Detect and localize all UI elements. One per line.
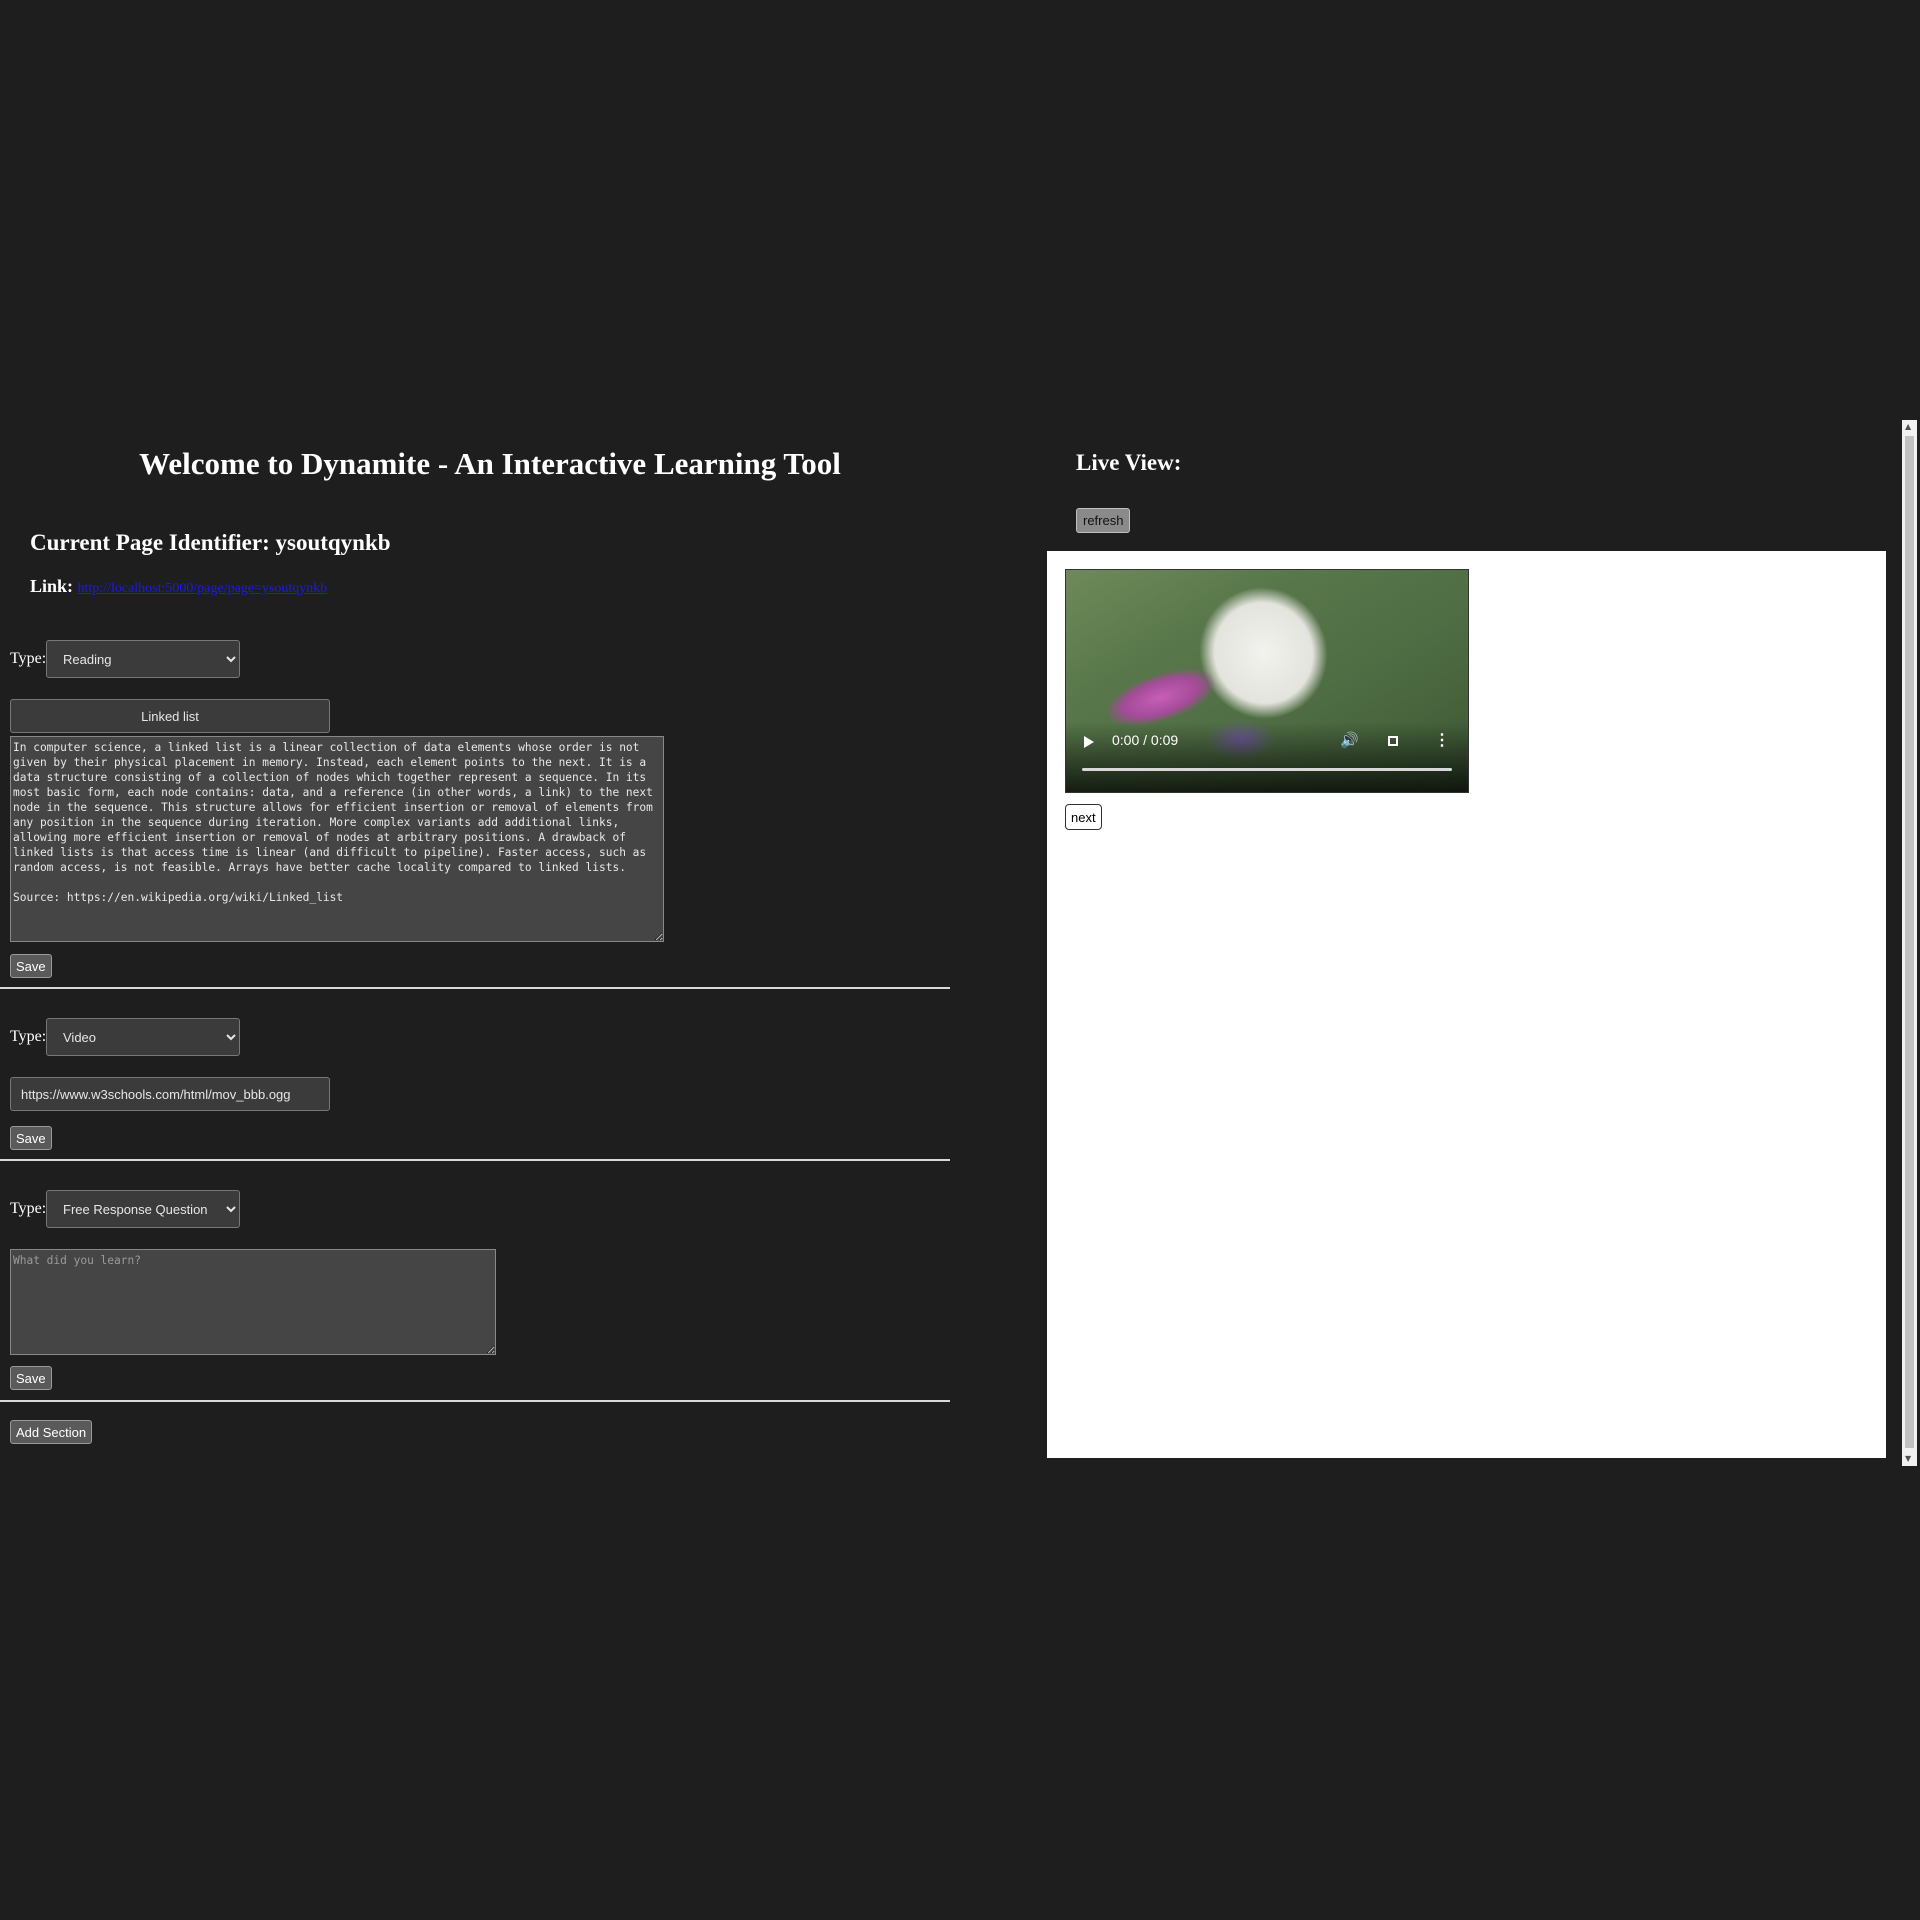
- add-section-button[interactable]: Add Section: [10, 1420, 93, 1444]
- fullscreen-icon[interactable]: [1388, 736, 1398, 746]
- type-select[interactable]: Free Response Question: [46, 1190, 240, 1228]
- video-url-input[interactable]: [10, 1077, 330, 1111]
- reading-title-input[interactable]: [10, 699, 330, 733]
- more-options-icon[interactable]: ⋮: [1434, 730, 1450, 750]
- section-free-response: Type: Free Response Question Save: [10, 1190, 950, 1390]
- section-reading: Type: Reading In computer science, a lin…: [10, 640, 950, 980]
- type-label: Type:: [10, 1200, 47, 1217]
- question-textarea[interactable]: [10, 1249, 496, 1355]
- video-frame-rabbit: [1179, 570, 1348, 739]
- link-label: Link:: [30, 576, 74, 596]
- page-identifier: Current Page Identifier: ysoutqynkb: [30, 530, 391, 555]
- editor-panel: Welcome to Dynamite - An Interactive Lea…: [0, 0, 950, 1920]
- save-button[interactable]: Save: [10, 954, 52, 978]
- page-link[interactable]: http://localhost:5000/page/page=ysoutqyn…: [78, 581, 328, 596]
- link-row: Link: http://localhost:5000/page/page=ys…: [30, 576, 327, 597]
- section-video: Type: Video Save: [10, 1018, 950, 1158]
- live-view-title: Live View:: [1076, 450, 1182, 475]
- scroll-thumb[interactable]: [1905, 436, 1914, 1448]
- refresh-button[interactable]: refresh: [1076, 508, 1131, 533]
- type-select[interactable]: Video: [46, 1018, 240, 1056]
- section-divider: [0, 1159, 950, 1161]
- next-button[interactable]: next: [1065, 804, 1102, 830]
- live-preview-frame: 0:00 / 0:09 🔊 ⋮ next: [1047, 551, 1886, 1458]
- video-time: 0:00 / 0:09: [1112, 732, 1179, 748]
- save-button[interactable]: Save: [10, 1126, 52, 1150]
- reading-body-textarea[interactable]: In computer science, a linked list is a …: [10, 736, 664, 942]
- video-player[interactable]: 0:00 / 0:09 🔊 ⋮: [1065, 569, 1469, 793]
- video-progress-bar[interactable]: [1082, 768, 1452, 771]
- type-label: Type:: [10, 1028, 47, 1045]
- type-select[interactable]: Reading: [46, 640, 240, 678]
- type-label: Type:: [10, 650, 47, 667]
- play-icon[interactable]: [1084, 736, 1094, 748]
- section-divider: [0, 1400, 950, 1402]
- page-title: Welcome to Dynamite - An Interactive Lea…: [139, 446, 841, 481]
- section-divider: [0, 987, 950, 989]
- preview-scrollbar[interactable]: ▲ ▼: [1902, 420, 1917, 1466]
- save-button[interactable]: Save: [10, 1366, 52, 1390]
- scroll-down-icon[interactable]: ▼: [1905, 1454, 1911, 1463]
- scroll-up-icon[interactable]: ▲: [1905, 422, 1911, 431]
- volume-icon[interactable]: 🔊: [1340, 731, 1359, 749]
